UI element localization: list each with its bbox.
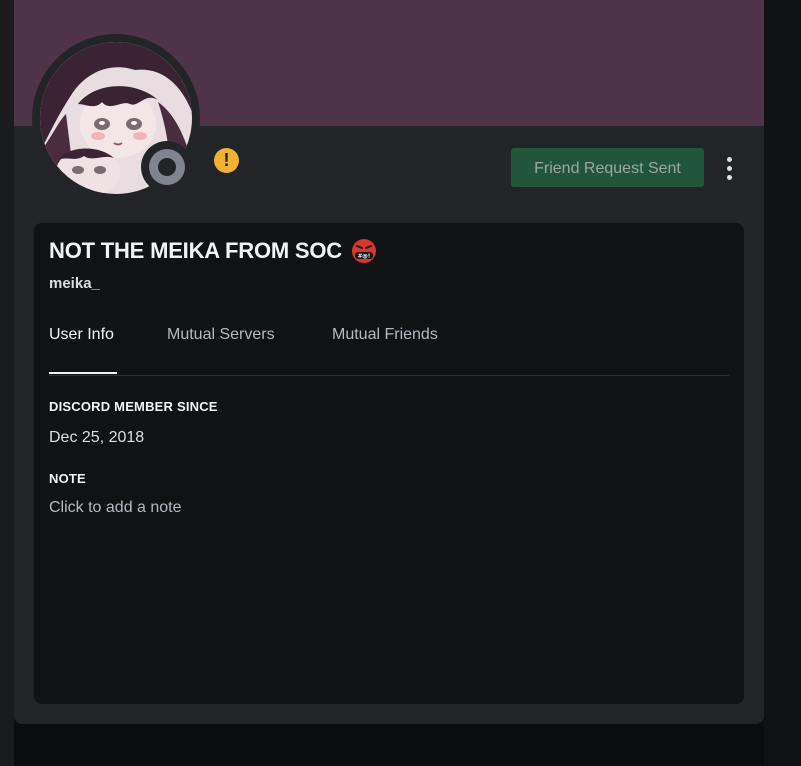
- tab-mutual-servers[interactable]: Mutual Servers: [167, 326, 275, 344]
- note-heading: NOTE: [49, 471, 86, 486]
- user-profile-modal: ! Friend Request Sent NOT THE MEIKA FROM…: [14, 0, 764, 724]
- display-name: NOT THE MEIKA FROM SOC: [49, 238, 342, 263]
- face-with-symbols-on-mouth-icon: #@!: [352, 239, 376, 263]
- member-since-date: Dec 25, 2018: [49, 429, 145, 446]
- active-tab-indicator: [49, 372, 117, 374]
- exclamation-icon[interactable]: !: [214, 148, 239, 173]
- display-name-row: NOT THE MEIKA FROM SOC #@!: [49, 238, 377, 264]
- offline-status-icon: [149, 149, 185, 185]
- profile-info-card: NOT THE MEIKA FROM SOC #@! meika_ User I…: [34, 223, 744, 704]
- note-input[interactable]: [49, 499, 349, 517]
- background-channel-list: [0, 0, 14, 766]
- status-indicator: [141, 141, 193, 193]
- tab-mutual-friends[interactable]: Mutual Friends: [332, 326, 438, 344]
- background-edge: [764, 0, 801, 766]
- friend-request-sent-button[interactable]: Friend Request Sent: [511, 148, 704, 187]
- tab-user-info[interactable]: User Info: [49, 326, 114, 344]
- member-since-heading: DISCORD MEMBER SINCE: [49, 399, 218, 414]
- more-vertical-icon[interactable]: [719, 152, 739, 184]
- emoji-symbols-text: #@!: [358, 254, 371, 260]
- username: meika_: [49, 275, 100, 292]
- profile-tabs: User Info Mutual Servers Mutual Friends: [49, 323, 729, 376]
